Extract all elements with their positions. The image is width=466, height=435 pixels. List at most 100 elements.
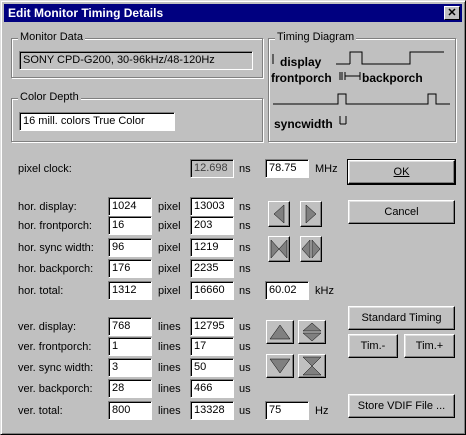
hor-frontporch-time-unit: ns xyxy=(239,220,251,232)
hor-total-label: hor. total: xyxy=(18,285,64,297)
diagram-backporch-label: backporch xyxy=(362,71,423,85)
tim-plus-label: Tim.+ xyxy=(415,340,444,352)
ver-display-time-unit: us xyxy=(239,321,251,333)
ver-freq-field[interactable]: 75 xyxy=(265,401,309,420)
hor-display-field[interactable]: 1024 xyxy=(108,197,152,216)
shrink-vertical-icon xyxy=(302,356,322,376)
standard-timing-button[interactable]: Standard Timing xyxy=(348,306,455,330)
ver-total-field[interactable]: 800 xyxy=(108,401,152,420)
hor-backporch-field[interactable]: 176 xyxy=(108,259,152,278)
expand-arrows-icon xyxy=(301,239,321,259)
hor-sync-width-time-unit: ns xyxy=(239,242,251,254)
pixel-clock-ns-unit: ns xyxy=(239,163,251,175)
pixel-clock-mhz-unit: MHz xyxy=(315,163,338,175)
monitor-data-legend: Monitor Data xyxy=(18,31,85,43)
hor-backporch-unit: pixel xyxy=(158,263,181,275)
ver-backporch-time-unit: us xyxy=(239,383,251,395)
hor-freq-field[interactable]: 60.02 xyxy=(265,281,309,300)
cancel-button[interactable]: Cancel xyxy=(348,200,455,224)
ver-sync-width-label: ver. sync width: xyxy=(18,362,94,374)
triangle-up-icon xyxy=(269,324,291,340)
ver-expand-button[interactable] xyxy=(298,320,326,344)
color-depth-legend: Color Depth xyxy=(18,91,81,103)
hor-total-time-unit: ns xyxy=(239,285,251,297)
ver-display-label: ver. display: xyxy=(18,321,77,333)
hor-sync-width-field[interactable]: 96 xyxy=(108,238,152,257)
ok-button[interactable]: OK xyxy=(347,159,456,185)
hor-expand-button[interactable] xyxy=(300,236,322,262)
timing-diagram-legend: Timing Diagram xyxy=(275,31,357,43)
hor-display-unit: pixel xyxy=(158,201,181,213)
hor-display-time-field[interactable]: 13003 xyxy=(190,197,234,216)
ver-up-button[interactable] xyxy=(266,320,294,344)
diagram-frontporch-label: frontporch xyxy=(271,71,332,85)
pixel-clock-ns-field[interactable]: 12.698 xyxy=(190,159,234,178)
hor-frontporch-label: hor. frontporch: xyxy=(18,220,92,232)
ver-freq-unit: Hz xyxy=(315,405,329,417)
tim-minus-label: Tim.- xyxy=(360,340,386,352)
triangle-left-icon xyxy=(273,204,285,224)
timing-diagram: display frontporch backporch syncwidth xyxy=(271,51,450,131)
color-depth-field[interactable]: 16 mill. colors True Color xyxy=(19,112,175,131)
ver-down-button[interactable] xyxy=(266,354,294,378)
hor-left-button[interactable] xyxy=(268,201,290,227)
hor-total-unit: pixel xyxy=(158,285,181,297)
monitor-data-field[interactable]: SONY CPD-G200, 30-96kHz/48-120Hz xyxy=(19,51,253,70)
ver-frontporch-field[interactable]: 1 xyxy=(108,337,152,356)
tim-plus-button[interactable]: Tim.+ xyxy=(404,334,455,358)
hor-freq-unit: kHz xyxy=(315,285,334,297)
hor-frontporch-field[interactable]: 16 xyxy=(108,216,152,235)
hor-display-label: hor. display: xyxy=(18,201,77,213)
ver-total-time-unit: us xyxy=(239,405,251,417)
hor-right-button[interactable] xyxy=(300,201,322,227)
ver-total-unit: lines xyxy=(158,405,181,417)
diagram-display-label: display xyxy=(280,55,322,69)
ok-label: OK xyxy=(393,166,410,178)
tim-minus-button[interactable]: Tim.- xyxy=(348,334,398,358)
triangle-right-icon xyxy=(305,204,317,224)
hor-backporch-time-unit: ns xyxy=(239,263,251,275)
ver-display-unit: lines xyxy=(158,321,181,333)
store-vdif-label: Store VDIF File ... xyxy=(357,400,446,412)
hor-backporch-time-field[interactable]: 2235 xyxy=(190,259,234,278)
ver-backporch-time-field[interactable]: 466 xyxy=(190,379,234,398)
shrink-arrows-icon xyxy=(270,239,288,259)
ver-backporch-field[interactable]: 28 xyxy=(108,379,152,398)
hor-frontporch-unit: pixel xyxy=(158,220,181,232)
ver-sync-width-field[interactable]: 3 xyxy=(108,358,152,377)
ver-display-time-field[interactable]: 12795 xyxy=(190,317,234,336)
store-vdif-button[interactable]: Store VDIF File ... xyxy=(348,394,455,418)
diagram-syncwidth-label: syncwidth xyxy=(274,117,333,131)
ver-sync-width-unit: lines xyxy=(158,362,181,374)
hor-sync-width-unit: pixel xyxy=(158,242,181,254)
pixel-clock-mhz-field[interactable]: 78.75 xyxy=(265,159,309,178)
hor-display-time-unit: ns xyxy=(239,201,251,213)
hor-total-field[interactable]: 1312 xyxy=(108,281,152,300)
hor-frontporch-time-field[interactable]: 203 xyxy=(190,216,234,235)
window-title: Edit Monitor Timing Details xyxy=(8,6,164,20)
ver-display-field[interactable]: 768 xyxy=(108,317,152,336)
ver-shrink-button[interactable] xyxy=(298,354,326,378)
ver-backporch-label: ver. backporch: xyxy=(18,383,93,395)
hor-sync-width-time-field[interactable]: 1219 xyxy=(190,238,234,257)
triangle-down-icon xyxy=(269,358,291,374)
ver-backporch-unit: lines xyxy=(158,383,181,395)
ver-total-time-field[interactable]: 13328 xyxy=(190,401,234,420)
hor-sync-width-label: hor. sync width: xyxy=(18,242,94,254)
ver-sync-width-time-unit: us xyxy=(239,362,251,374)
ver-frontporch-time-unit: us xyxy=(239,341,251,353)
hor-backporch-label: hor. backporch: xyxy=(18,263,94,275)
pixel-clock-label: pixel clock: xyxy=(18,163,72,175)
hor-total-time-field[interactable]: 16660 xyxy=(190,281,234,300)
cancel-label: Cancel xyxy=(384,206,419,218)
standard-timing-label: Standard Timing xyxy=(361,312,442,324)
ver-frontporch-time-field[interactable]: 17 xyxy=(190,337,234,356)
close-button[interactable]: ✕ xyxy=(444,6,460,20)
title-bar[interactable]: Edit Monitor Timing Details ✕ xyxy=(4,4,462,22)
expand-vertical-icon xyxy=(302,322,322,342)
ver-total-label: ver. total: xyxy=(18,405,63,417)
hor-shrink-button[interactable] xyxy=(268,236,290,262)
ver-frontporch-unit: lines xyxy=(158,341,181,353)
ver-frontporch-label: ver. frontporch: xyxy=(18,341,92,353)
ver-sync-width-time-field[interactable]: 50 xyxy=(190,358,234,377)
